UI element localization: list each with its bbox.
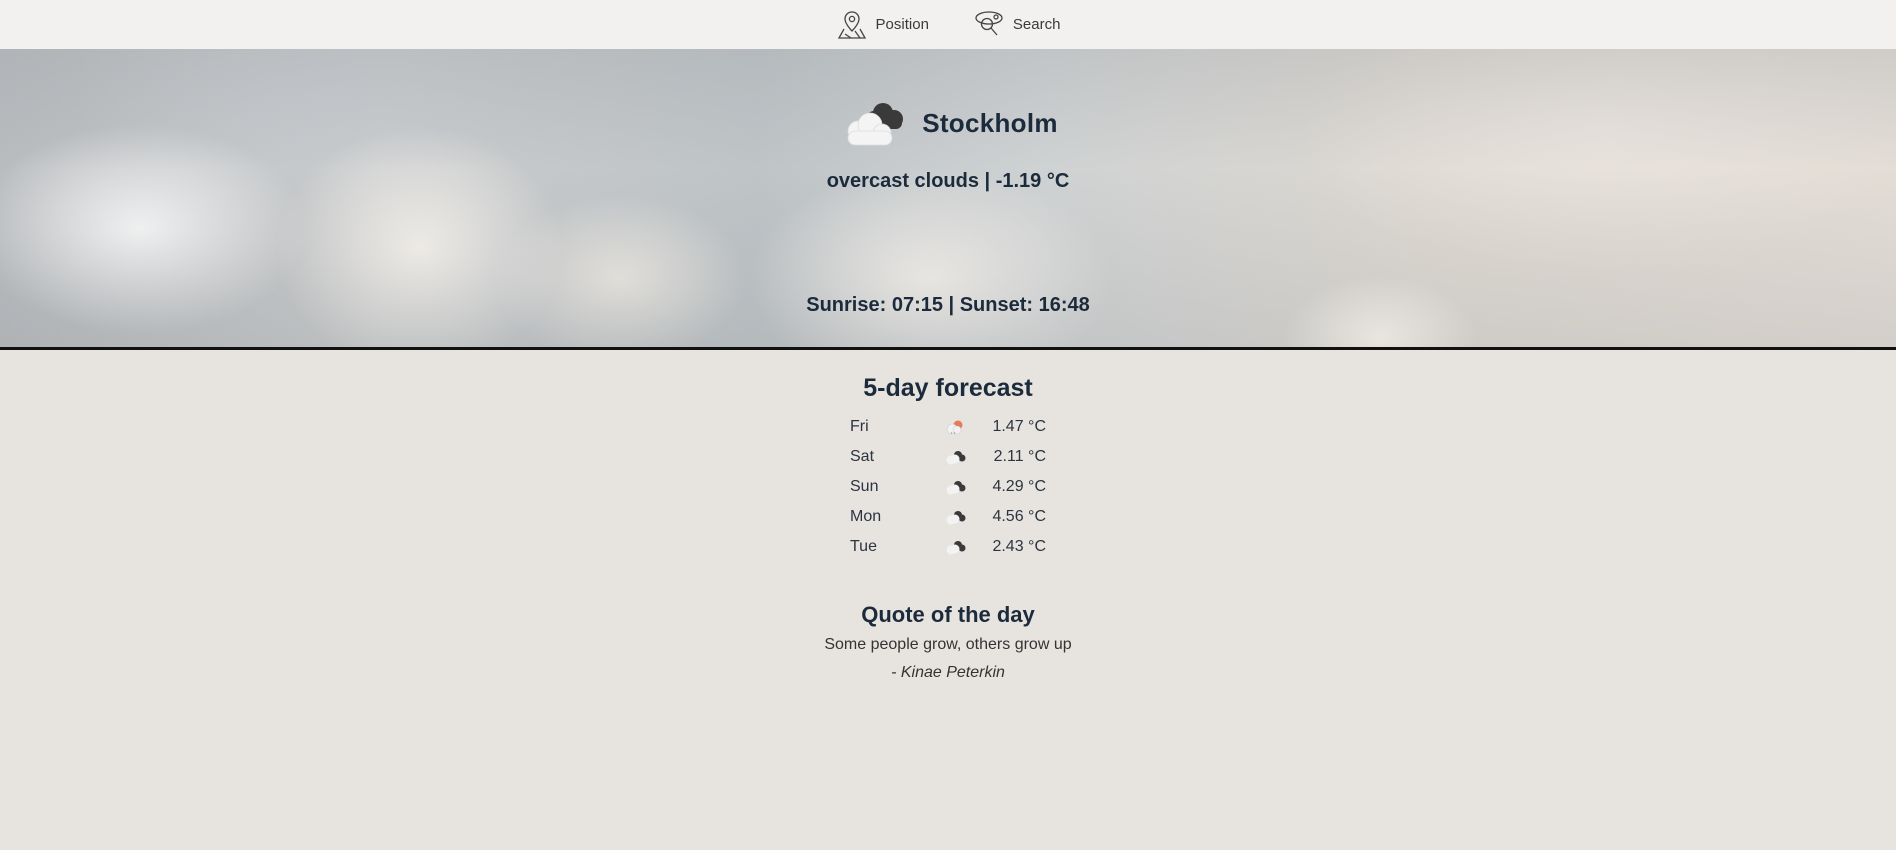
hero-banner: Stockholm overcast clouds | -1.19 °C Sun… [0,49,1896,350]
forecast-row: Fri 1.47 °C [850,412,1046,442]
forecast-day: Sat [850,448,875,465]
sunrise-sunset: Sunrise: 07:15 | Sunset: 16:48 [806,294,1090,316]
forecast-section: 5-day forecast Fri 1.47 °C Sat 2.11 °C S… [0,371,1896,562]
overcast-clouds-icon [838,97,910,149]
forecast-temp: 1.47 °C [992,418,1046,435]
quote-section: Quote of the day Some people grow, other… [0,600,1896,682]
cloud-sun-icon [940,412,970,442]
quote-text: Some people grow, others grow up [824,636,1072,653]
position-link-label: Position [875,16,929,33]
forecast-temp: 2.43 °C [992,538,1046,555]
cloud-icon [940,472,970,502]
forecast-temp: 2.11 °C [993,448,1046,465]
forecast-day: Fri [850,418,869,435]
cloud-icon [940,442,970,472]
cloud-icon [940,502,970,532]
forecast-temp: 4.29 °C [992,478,1046,495]
forecast-day: Tue [850,538,877,555]
quote-author: - Kinae Peterkin [891,664,1005,681]
forecast-day: Mon [850,508,882,525]
search-location-icon [973,9,1005,41]
forecast-row: Mon 4.56 °C [850,502,1046,532]
current-weather-summary: overcast clouds | -1.19 °C [826,170,1070,192]
search-link-label: Search [1012,16,1061,33]
cloud-icon [940,532,970,562]
forecast-row: Sun 4.29 °C [850,472,1046,502]
forecast-day: Sun [850,478,879,495]
city-name: Stockholm [922,107,1058,138]
forecast-row: Sat 2.11 °C [850,442,1046,472]
top-navigation: Position Search [0,0,1896,49]
forecast-title: 5-day forecast [863,374,1033,402]
search-link[interactable]: Search [973,9,1061,41]
forecast-table: Fri 1.47 °C Sat 2.11 °C Sun 4.29 °C Mon … [850,412,1046,562]
forecast-temp: 4.56 °C [992,508,1046,525]
position-link[interactable]: Position [836,9,929,41]
quote-title: Quote of the day [861,602,1035,627]
current-location-header: Stockholm [0,97,1896,149]
map-pin-icon [836,9,868,41]
forecast-row: Tue 2.43 °C [850,532,1046,562]
